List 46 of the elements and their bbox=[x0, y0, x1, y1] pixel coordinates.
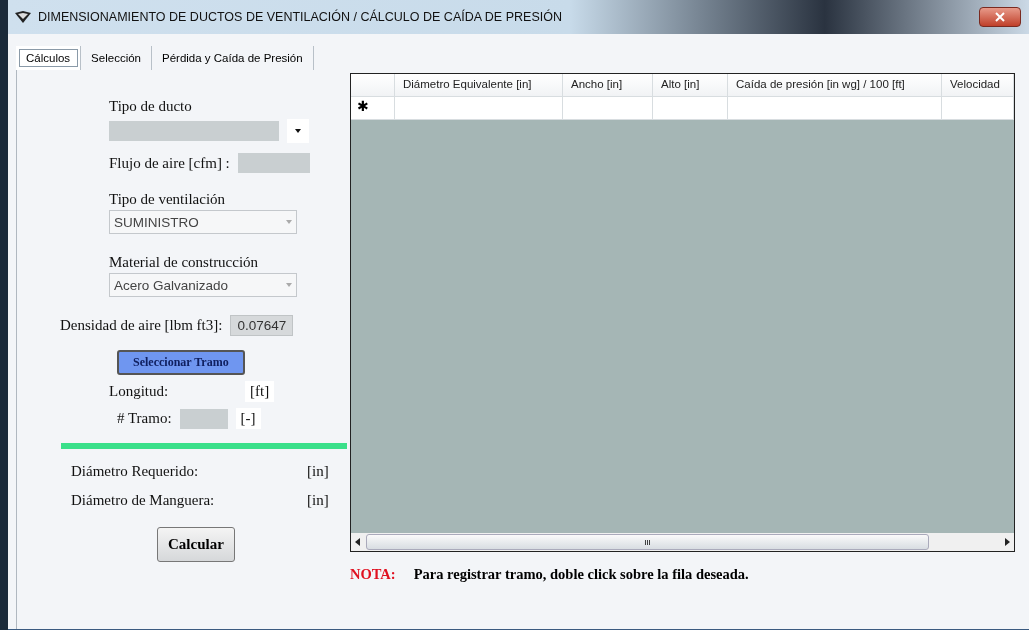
table-cell[interactable] bbox=[653, 97, 728, 120]
airflow-field[interactable] bbox=[237, 153, 310, 173]
segment-unit: [-] bbox=[235, 408, 261, 429]
table-cell[interactable] bbox=[395, 97, 563, 120]
segment-field[interactable] bbox=[179, 408, 228, 429]
table-cell[interactable] bbox=[942, 97, 1014, 120]
calculate-button[interactable]: Calcular bbox=[157, 527, 235, 562]
column-header[interactable]: Velocidad bbox=[942, 74, 1014, 97]
airflow-label: Flujo de aire [cfm] : bbox=[109, 154, 230, 172]
hose-diameter-unit: [in] bbox=[307, 492, 329, 509]
ventilation-label: Tipo de ventilación bbox=[109, 191, 226, 208]
column-header[interactable]: Diámetro Equivalente [in] bbox=[395, 74, 563, 97]
column-header[interactable]: Alto [in] bbox=[653, 74, 728, 97]
length-label: Longitud: bbox=[109, 383, 170, 400]
scroll-thumb[interactable]: III bbox=[366, 534, 929, 550]
density-field[interactable]: 0.07647 bbox=[230, 315, 294, 336]
close-button[interactable] bbox=[979, 7, 1021, 27]
horizontal-scrollbar[interactable]: III bbox=[351, 533, 1014, 551]
table-cell[interactable] bbox=[563, 97, 653, 120]
scroll-left-icon[interactable] bbox=[355, 538, 360, 546]
tab[interactable]: Cálculos bbox=[16, 46, 82, 70]
duct-type-dropdown[interactable] bbox=[109, 121, 279, 141]
note-text: Para registrar tramo, doble click sobre la fila deseada. bbox=[413, 566, 749, 583]
segment-label: # Tramo: bbox=[117, 410, 172, 427]
window-title: DIMENSIONAMIENTO DE DUCTOS DE VENTILACIÓN / CÁLCULO DE CAÍDA DE PRESIÓN bbox=[38, 10, 563, 24]
scroll-right-icon[interactable] bbox=[1005, 538, 1010, 546]
app-icon bbox=[14, 10, 32, 24]
required-diameter-unit: [in] bbox=[307, 463, 329, 480]
new-row-marker: ✱ bbox=[356, 97, 369, 114]
column-header[interactable]: Caída de presión [in wg] / 100 [ft] bbox=[728, 74, 942, 97]
table-cell[interactable] bbox=[728, 97, 942, 120]
select-segment-button[interactable]: Seleccionar Tramo bbox=[117, 350, 245, 375]
duct-type-label: Tipo de ducto bbox=[109, 98, 192, 115]
material-dropdown[interactable]: Acero Galvanizado bbox=[109, 273, 297, 297]
density-label: Densidad de aire [lbm ft3]: bbox=[60, 317, 223, 334]
length-unit: [ft] bbox=[245, 381, 275, 402]
material-label: Material de construcción bbox=[109, 254, 259, 271]
close-icon[interactable] bbox=[995, 12, 1005, 22]
hose-diameter-label: Diámetro de Manguera: bbox=[71, 492, 216, 509]
note-label: NOTA: bbox=[350, 566, 396, 583]
tab[interactable]: Pérdida y Caída de Presión bbox=[152, 46, 314, 70]
column-header[interactable]: Ancho [in] bbox=[563, 74, 653, 97]
tab[interactable]: Selección bbox=[81, 46, 152, 70]
required-diameter-label: Diámetro Requerido: bbox=[71, 463, 200, 480]
ventilation-dropdown[interactable]: SUMINISTRO bbox=[109, 210, 297, 234]
dropdown-caret-icon[interactable] bbox=[287, 119, 309, 143]
